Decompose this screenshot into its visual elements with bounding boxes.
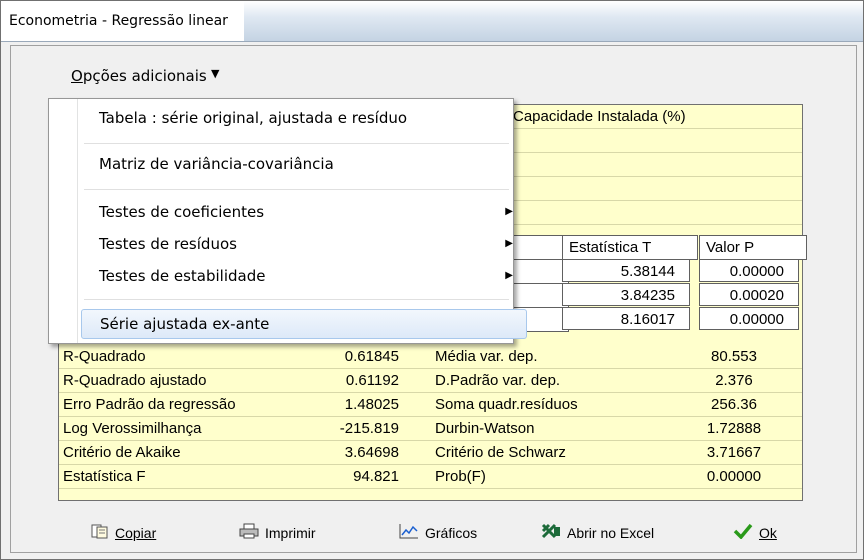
open-excel-button[interactable]: Abrir no Excel	[541, 521, 654, 545]
submenu-arrow-icon: ▶	[505, 238, 513, 249]
stat-value: 3.71667	[706, 444, 762, 461]
title-bar: Econometria - Regressão linear	[1, 1, 863, 42]
stat-value: 256.36	[711, 396, 757, 413]
excel-label: Abrir no Excel	[567, 525, 655, 541]
stat-label: R-Quadrado ajustado	[63, 372, 207, 389]
stats-row: R-Quadrado ajustado 0.61192 D.Padrão var…	[59, 369, 802, 393]
additional-options-menu[interactable]: Opções adicionais	[71, 67, 207, 85]
menu-separator	[84, 143, 509, 144]
stat-label: Critério de Akaike	[63, 444, 181, 461]
stat-label: Log Verossimilhança	[63, 420, 202, 437]
stat-label: Durbin-Watson	[435, 420, 535, 437]
coef-cell: 0.00020	[699, 283, 799, 306]
stats-row: Estatística F 94.821 Prob(F) 0.00000	[59, 465, 802, 489]
copy-icon	[91, 522, 109, 546]
charts-button[interactable]: Gráficos	[399, 521, 477, 545]
dependent-variable-title: Capacidade Instalada (%)	[513, 108, 686, 125]
printer-icon	[239, 522, 259, 546]
menu-item-label: Testes de coeficientes	[99, 203, 265, 221]
stat-label: Soma quadr.resíduos	[435, 396, 578, 413]
submenu-arrow-icon: ▶	[505, 206, 513, 217]
stat-label: D.Padrão var. dep.	[435, 372, 561, 389]
window-title: Econometria - Regressão linear	[1, 1, 244, 41]
menu-item-ex-ante-series[interactable]: Série ajustada ex-ante	[81, 309, 527, 339]
chevron-down-icon[interactable]: ▼	[211, 67, 219, 80]
coef-header-tstat: Estatística T	[562, 235, 698, 260]
stats-row: R-Quadrado 0.61845 Média var. dep. 80.55…	[59, 345, 802, 369]
print-button[interactable]: Imprimir	[239, 521, 316, 545]
menu-item-label: Tabela : série original, ajustada e resí…	[99, 109, 408, 127]
copy-button[interactable]: Copiar	[91, 521, 156, 545]
copy-label: Copiar	[115, 525, 157, 541]
stat-value: 94.821	[353, 468, 399, 485]
stat-label: Erro Padrão da regressão	[63, 396, 236, 413]
charts-label: Gráficos	[425, 525, 478, 541]
stat-value: 3.64698	[344, 444, 399, 461]
stat-value: 0.61845	[344, 348, 399, 365]
stats-row: Critério de Akaike 3.64698 Critério de S…	[59, 441, 802, 465]
menu-item-coefficient-tests[interactable]: Testes de coeficientes ▶	[81, 197, 525, 227]
checkmark-icon	[733, 522, 753, 546]
menu-item-covariance-matrix[interactable]: Matriz de variância-covariância	[81, 149, 525, 179]
ok-label: Ok	[759, 525, 777, 541]
coef-cell: 3.84235	[562, 283, 690, 306]
stat-value: -215.819	[339, 420, 399, 437]
stat-label: R-Quadrado	[63, 348, 146, 365]
stat-label: Estatística F	[63, 468, 146, 485]
coef-cell: 0.00000	[699, 259, 799, 282]
excel-icon	[541, 522, 561, 546]
menu-item-table[interactable]: Tabela : série original, ajustada e resí…	[81, 103, 525, 133]
ok-button[interactable]: Ok	[733, 521, 777, 545]
stat-label: Critério de Schwarz	[435, 444, 566, 461]
stats-row: Log Verossimilhança -215.819 Durbin-Wats…	[59, 417, 802, 441]
stat-value: 2.376	[715, 372, 753, 389]
menu-item-label: Série ajustada ex-ante	[100, 315, 270, 333]
coef-cell: 5.38144	[562, 259, 690, 282]
stat-value: 80.553	[711, 348, 757, 365]
menu-item-label: Testes de estabilidade	[99, 267, 266, 285]
stat-label: Média var. dep.	[435, 348, 538, 365]
stat-label: Prob(F)	[435, 468, 486, 485]
additional-options-dropdown: Tabela : série original, ajustada e resí…	[48, 98, 527, 344]
main-window: Econometria - Regressão linear Opções ad…	[0, 0, 864, 560]
menu-item-label: Matriz de variância-covariância	[99, 155, 334, 173]
line-chart-icon	[399, 522, 419, 546]
stat-value: 0.61192	[345, 372, 399, 389]
menu-separator	[84, 189, 509, 190]
stats-row: Erro Padrão da regressão 1.48025 Soma qu…	[59, 393, 802, 417]
coef-cell: 0.00000	[699, 307, 799, 330]
coef-cell: 8.16017	[562, 307, 690, 330]
coef-header-pvalue: Valor P	[699, 235, 807, 260]
menu-item-label: Testes de resíduos	[99, 235, 237, 253]
stat-value: 0.00000	[706, 468, 762, 485]
menu-icon-strip	[77, 99, 78, 343]
print-label: Imprimir	[265, 525, 316, 541]
submenu-arrow-icon: ▶	[505, 270, 513, 281]
menu-item-residual-tests[interactable]: Testes de resíduos ▶	[81, 229, 525, 259]
menu-item-stability-tests[interactable]: Testes de estabilidade ▶	[81, 261, 525, 291]
stat-value: 1.72888	[706, 420, 762, 437]
menu-separator	[84, 299, 509, 300]
stat-value: 1.48025	[344, 396, 399, 413]
